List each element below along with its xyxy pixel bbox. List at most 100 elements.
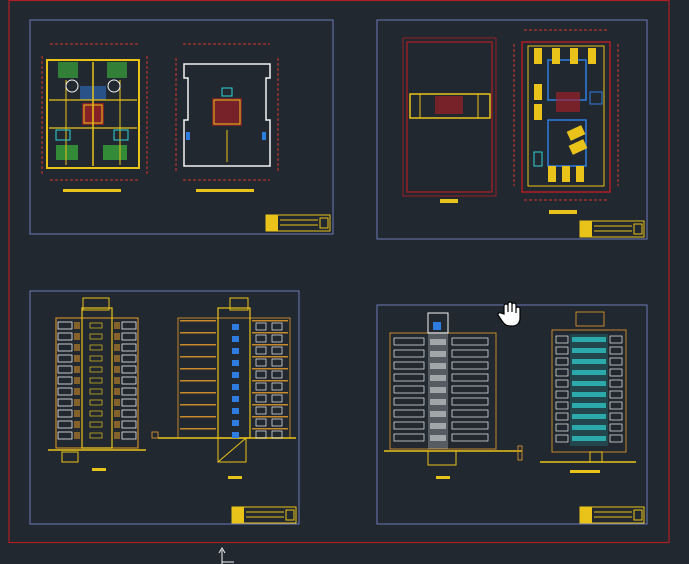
sheet-border <box>29 290 300 525</box>
floor-window <box>252 380 288 382</box>
floor-window <box>121 431 137 440</box>
floor-window <box>572 348 606 353</box>
floor-window <box>393 421 425 430</box>
floor-window <box>555 401 569 410</box>
floor-window <box>271 418 283 427</box>
floor-window <box>57 387 73 396</box>
floor-window <box>114 377 120 384</box>
floor-window <box>114 410 120 417</box>
floor-window <box>74 399 80 406</box>
side-elevation[interactable] <box>384 312 523 479</box>
floor-window <box>609 368 623 377</box>
floor-window <box>255 418 267 427</box>
floor-window <box>572 370 606 375</box>
ucs-icon <box>218 547 234 564</box>
floor-window <box>255 358 267 367</box>
sheet-floor-plans[interactable] <box>29 19 334 235</box>
floor-window <box>430 387 446 393</box>
floor-window <box>114 388 120 395</box>
section[interactable] <box>151 297 296 479</box>
floor-window <box>252 416 288 418</box>
front-elevation[interactable] <box>48 297 146 471</box>
ground-floor-plan[interactable] <box>175 43 279 192</box>
floor-window <box>89 333 103 340</box>
parking-plan[interactable] <box>513 29 619 214</box>
floor-window <box>121 387 137 396</box>
typical-floor-plan[interactable] <box>41 43 148 192</box>
floor-window <box>255 370 267 379</box>
floor-window <box>89 399 103 406</box>
floor-window <box>57 376 73 385</box>
floor-window <box>271 322 283 331</box>
floor-window <box>74 388 80 395</box>
floor-window <box>393 409 425 418</box>
floor-window <box>89 410 103 417</box>
floor-window <box>89 432 103 439</box>
floor-window <box>430 411 446 417</box>
floor-window <box>252 356 288 358</box>
rear-elevation[interactable] <box>540 311 636 473</box>
title-block <box>231 506 297 524</box>
pan-hand-icon <box>497 301 521 327</box>
floor-window <box>121 354 137 363</box>
sheet-site-and-parking[interactable] <box>376 19 648 240</box>
floor-window <box>180 344 216 346</box>
floor-window <box>121 343 137 352</box>
floor-window <box>393 385 425 394</box>
floor-window <box>255 406 267 415</box>
floor-window <box>430 435 446 441</box>
floor-window <box>393 373 425 382</box>
floor-window <box>180 332 216 334</box>
title-block <box>265 214 331 232</box>
floor-window <box>57 431 73 440</box>
floor-window <box>451 337 489 346</box>
floor-window <box>114 355 120 362</box>
floor-window <box>572 381 606 386</box>
floor-window <box>57 409 73 418</box>
floor-window <box>180 416 216 418</box>
floor-window <box>180 380 216 382</box>
floor-window <box>232 384 239 390</box>
floor-window <box>430 363 446 369</box>
floor-window <box>121 321 137 330</box>
floor-window <box>271 382 283 391</box>
floor-window <box>609 335 623 344</box>
floor-window <box>451 409 489 418</box>
floor-window <box>609 357 623 366</box>
floor-window <box>57 332 73 341</box>
sheet-side-and-rear[interactable] <box>376 304 648 525</box>
floor-window <box>572 414 606 419</box>
floor-window <box>572 359 606 364</box>
floor-window <box>393 433 425 442</box>
floor-window <box>255 322 267 331</box>
floor-window <box>232 360 239 366</box>
site-plan[interactable] <box>402 37 497 203</box>
floor-window <box>393 337 425 346</box>
floor-window <box>121 420 137 429</box>
floor-window <box>57 343 73 352</box>
floor-window <box>74 366 80 373</box>
floor-window <box>555 390 569 399</box>
floor-window <box>114 421 120 428</box>
drawing-canvas[interactable] <box>0 0 689 564</box>
floor-window <box>232 336 239 342</box>
sheet-front-and-section[interactable] <box>29 290 300 525</box>
floor-window <box>451 421 489 430</box>
floor-window <box>180 392 216 394</box>
floor-window <box>451 349 489 358</box>
floor-window <box>252 428 288 430</box>
floor-window <box>609 423 623 432</box>
floor-window <box>555 368 569 377</box>
floor-window <box>180 368 216 370</box>
floor-window <box>255 430 267 439</box>
floor-window <box>572 403 606 408</box>
floor-window <box>555 423 569 432</box>
floor-window <box>180 404 216 406</box>
floor-window <box>271 430 283 439</box>
floor-window <box>252 404 288 406</box>
floor-window <box>252 320 288 322</box>
floor-window <box>430 375 446 381</box>
floor-window <box>89 344 103 351</box>
floor-window <box>74 421 80 428</box>
floor-window <box>89 421 103 428</box>
